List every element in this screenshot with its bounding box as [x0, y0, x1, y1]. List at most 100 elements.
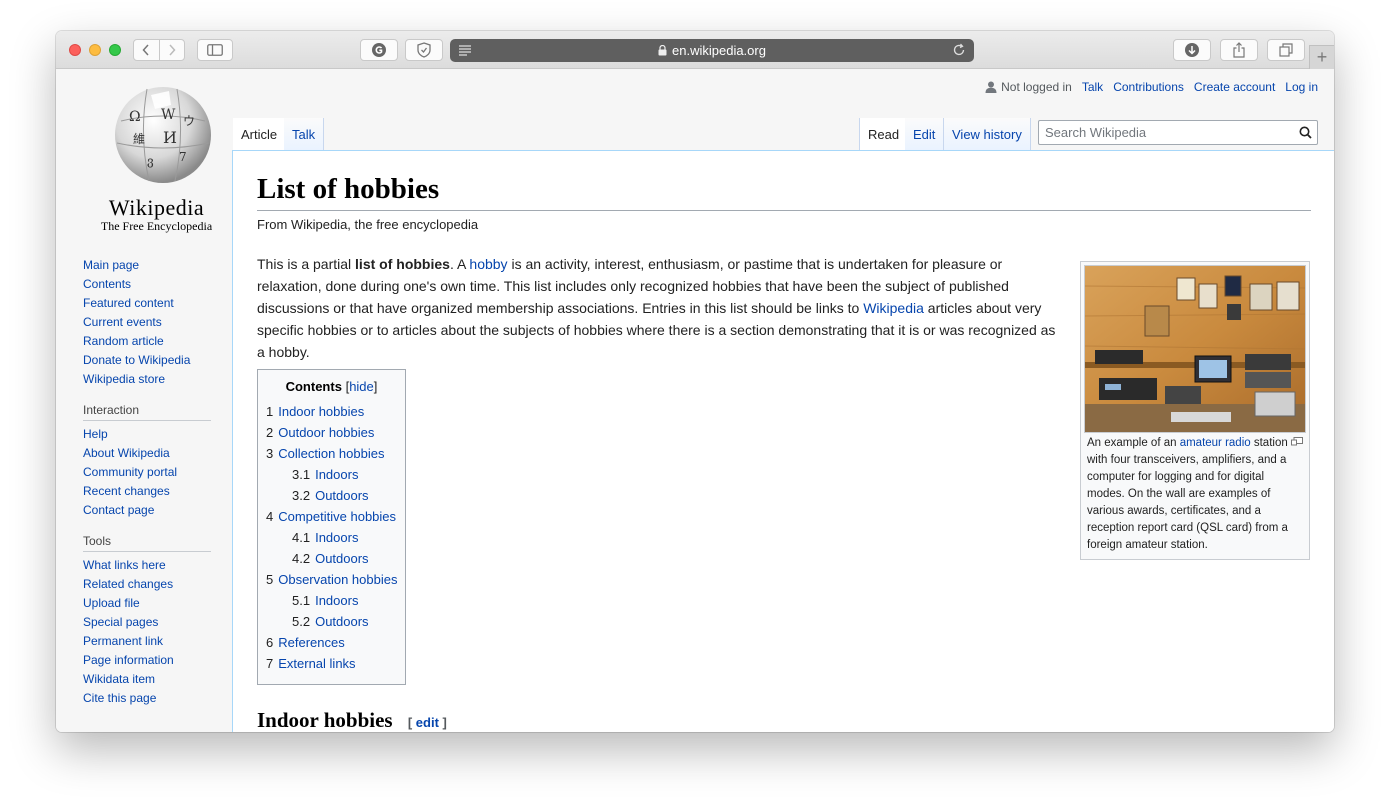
sidebar-item-cite-this-page[interactable]: Cite this page	[83, 689, 211, 708]
browser-toolbar: en.wikipedia.org +	[56, 31, 1334, 69]
toc-item[interactable]: 5.1 Indoors	[266, 590, 397, 611]
extension-button-1[interactable]	[360, 39, 398, 61]
talk-link[interactable]: Talk	[1082, 80, 1103, 94]
new-tab-button[interactable]: +	[1309, 45, 1334, 69]
reader-view-icon[interactable]	[458, 44, 472, 56]
sidebar-item-related-changes[interactable]: Related changes	[83, 575, 211, 594]
log-in-link[interactable]: Log in	[1285, 80, 1318, 94]
toc-item[interactable]: 2 Outdoor hobbies	[266, 422, 397, 443]
tab-talk[interactable]: Talk	[284, 118, 325, 150]
tabs-icon	[1279, 43, 1293, 57]
amateur-radio-link[interactable]: amateur radio	[1180, 437, 1251, 449]
svg-text:И: И	[163, 128, 177, 147]
close-window-button[interactable]	[69, 44, 81, 56]
sidebar-item-wikidata-item[interactable]: Wikidata item	[83, 670, 211, 689]
sidebar-navigation: Main page Contents Featured content Curr…	[83, 256, 211, 389]
toc-item[interactable]: 1 Indoor hobbies	[266, 401, 397, 422]
svg-text:Ω: Ω	[129, 109, 141, 125]
svg-text:ვ: ვ	[147, 154, 154, 168]
intro-paragraph: This is a partial list of hobbies. A hob…	[257, 256, 1056, 360]
site-subtitle: From Wikipedia, the free encyclopedia	[257, 217, 479, 232]
tab-article[interactable]: Article	[233, 118, 287, 150]
toc-item[interactable]: 3.2 Outdoors	[266, 485, 397, 506]
download-icon	[1185, 43, 1199, 57]
bold-term: list of hobbies	[355, 256, 450, 272]
article-content: List of hobbies From Wikipedia, the free…	[232, 150, 1334, 732]
section-edit-link[interactable]: edit	[416, 715, 439, 730]
history-nav	[133, 39, 185, 61]
share-button[interactable]	[1220, 39, 1258, 61]
sidebar-item-contact-page[interactable]: Contact page	[83, 501, 211, 520]
back-button[interactable]	[134, 40, 159, 60]
minimize-window-button[interactable]	[89, 44, 101, 56]
toc-item[interactable]: 5.2 Outdoors	[266, 611, 397, 632]
create-account-link[interactable]: Create account	[1194, 80, 1275, 94]
tabs-overview-button[interactable]	[1267, 39, 1305, 61]
amateur-radio-photo[interactable]	[1084, 265, 1306, 433]
search-placeholder: Search Wikipedia	[1045, 125, 1147, 140]
sidebar-item-about[interactable]: About Wikipedia	[83, 444, 211, 463]
sidebar-heading-interaction: Interaction	[83, 403, 211, 421]
sidebar-heading-tools: Tools	[83, 534, 211, 552]
svg-text:W: W	[161, 107, 176, 123]
sidebar-item-featured-content[interactable]: Featured content	[83, 294, 211, 313]
section-heading-indoor-hobbies: Indoor hobbies [ edit ]	[257, 708, 447, 732]
downloads-button[interactable]	[1173, 39, 1211, 61]
sidebar-item-main-page[interactable]: Main page	[83, 256, 211, 275]
toc-item[interactable]: 6 References	[266, 632, 397, 653]
address-bar[interactable]: en.wikipedia.org	[450, 39, 974, 62]
search-icon[interactable]	[1299, 126, 1312, 139]
sidebar-item-recent-changes[interactable]: Recent changes	[83, 482, 211, 501]
sidebar-item-what-links-here[interactable]: What links here	[83, 556, 211, 575]
sidebar-item-donate[interactable]: Donate to Wikipedia	[83, 351, 211, 370]
hobby-link[interactable]: hobby	[469, 256, 507, 272]
sidebar-item-help[interactable]: Help	[83, 425, 211, 444]
extension-button-2[interactable]	[405, 39, 443, 61]
enlarge-icon[interactable]	[1291, 437, 1303, 446]
sidebar-item-community-portal[interactable]: Community portal	[83, 463, 211, 482]
tab-view-history[interactable]: View history	[944, 118, 1031, 150]
chevron-right-icon	[169, 44, 176, 56]
web-page: Ω W ウ 維 И ვ 7 Wikipedia The Free Encyclo…	[56, 69, 1334, 732]
sidebar-item-current-events[interactable]: Current events	[83, 313, 211, 332]
sidebar-toggle-button[interactable]	[197, 39, 233, 61]
sidebar-item-upload-file[interactable]: Upload file	[83, 594, 211, 613]
sidebar-interaction: Help About Wikipedia Community portal Re…	[83, 425, 211, 520]
sidebar-item-special-pages[interactable]: Special pages	[83, 613, 211, 632]
zoom-window-button[interactable]	[109, 44, 121, 56]
wikipedia-link[interactable]: Wikipedia	[863, 300, 924, 316]
toc-item[interactable]: 4.2 Outdoors	[266, 548, 397, 569]
radio-station-image	[1085, 266, 1305, 432]
lock-icon	[658, 45, 667, 56]
toc-item[interactable]: 3 Collection hobbies	[266, 443, 397, 464]
url-text: en.wikipedia.org	[672, 43, 766, 58]
sidebar-item-page-information[interactable]: Page information	[83, 651, 211, 670]
thumbnail-caption: An example of an amateur radio station w…	[1084, 433, 1306, 556]
toc-hide-link[interactable]: hide	[349, 379, 374, 394]
wikipedia-logo[interactable]: Ω W ウ 維 И ვ 7 Wikipedia The Free Encyclo…	[76, 79, 236, 233]
grammarly-icon	[372, 43, 386, 57]
tab-read[interactable]: Read	[859, 118, 909, 150]
toc-item[interactable]: 5 Observation hobbies	[266, 569, 397, 590]
sidebar-item-permanent-link[interactable]: Permanent link	[83, 632, 211, 651]
wikipedia-tagline: The Free Encyclopedia	[100, 219, 213, 233]
sidebar-item-contents[interactable]: Contents	[83, 275, 211, 294]
sidebar-item-store[interactable]: Wikipedia store	[83, 370, 211, 389]
thumbnail-figure: An example of an amateur radio station w…	[1080, 261, 1310, 560]
search-input[interactable]: Search Wikipedia	[1038, 120, 1318, 145]
sidebar-icon	[207, 44, 223, 56]
table-of-contents: Contents [hide] 1 Indoor hobbies 2 Outdoor…	[257, 369, 406, 685]
forward-button[interactable]	[158, 40, 185, 60]
reload-icon[interactable]	[952, 43, 966, 57]
svg-text:ウ: ウ	[183, 114, 195, 128]
toc-item[interactable]: 7 External links	[266, 653, 397, 674]
sidebar-item-random-article[interactable]: Random article	[83, 332, 211, 351]
contributions-link[interactable]: Contributions	[1113, 80, 1184, 94]
shield-icon	[417, 42, 431, 58]
toc-item[interactable]: 4 Competitive hobbies	[266, 506, 397, 527]
tab-edit[interactable]: Edit	[905, 118, 945, 150]
toc-item[interactable]: 4.1 Indoors	[266, 527, 397, 548]
toc-item[interactable]: 3.1 Indoors	[266, 464, 397, 485]
share-icon	[1233, 42, 1245, 58]
sidebar: Main page Contents Featured content Curr…	[83, 256, 211, 708]
